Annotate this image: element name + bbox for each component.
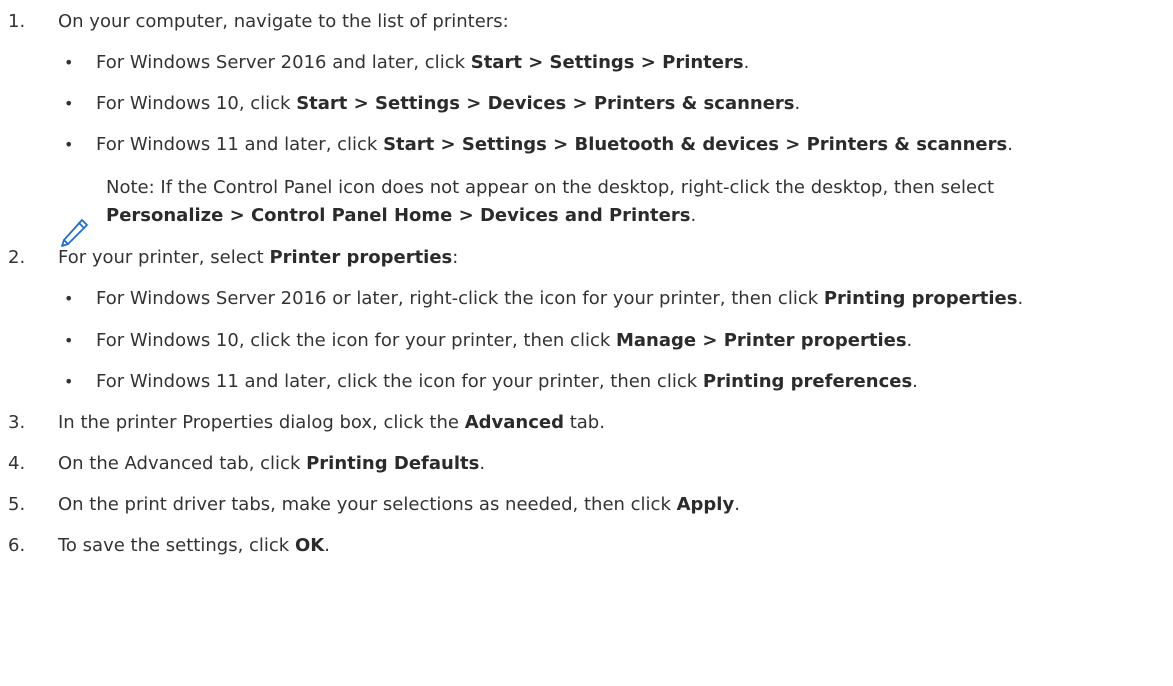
step-number: 2. [8,247,26,268]
step-text: On the Advanced tab, click Printing Defa… [58,453,486,474]
bullet-text: For Windows Server 2016 or later, right-… [96,288,1024,309]
step-text: To save the settings, click OK. [58,535,330,556]
note-line-1: Note: If the Control Panel icon does not… [106,177,995,198]
note-line-2: Personalize > Control Panel Home > Devic… [106,205,697,226]
bullet-dot: • [64,53,74,72]
bullet-dot: • [64,289,74,308]
step-text: For your printer, select Printer propert… [58,247,459,268]
pencil-icon [61,219,88,247]
step-number: 6. [8,535,26,556]
bullet-text: For Windows 10, click the icon for your … [96,330,913,351]
step-number: 3. [8,412,26,433]
bullet-text: For Windows 11 and later, click the icon… [96,371,918,392]
bullet-dot: • [64,94,74,113]
bullet-dot: • [64,135,74,154]
bullet-text: For Windows 11 and later, click Start > … [96,134,1013,155]
bullet-dot: • [64,331,74,350]
step-number: 4. [8,453,26,474]
step-text: On your computer, navigate to the list o… [58,11,509,32]
bullet-text: For Windows 10, click Start > Settings >… [96,93,801,114]
bullet-dot: • [64,372,74,391]
step-text: On the print driver tabs, make your sele… [58,494,740,515]
step-number: 5. [8,494,26,515]
step-number: 1. [8,11,26,32]
step-text: In the printer Properties dialog box, cl… [58,412,605,433]
bullet-text: For Windows Server 2016 and later, click… [96,52,750,73]
instructions-document: 1. On your computer, navigate to the lis… [0,0,1173,686]
